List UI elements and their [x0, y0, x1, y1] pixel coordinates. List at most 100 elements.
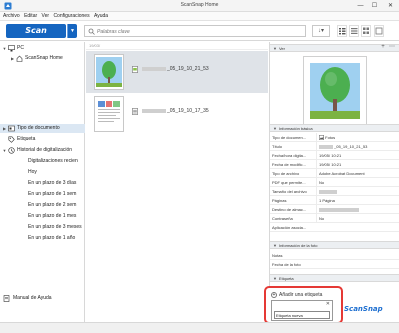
- menu-ver[interactable]: Ver: [39, 12, 50, 21]
- tree-label-scansnap-home: ScanSnap Home: [25, 55, 63, 61]
- prop-value: [316, 187, 399, 196]
- tag-name-input[interactable]: [274, 311, 330, 319]
- pdf-file-icon: [132, 66, 138, 73]
- prop-row-storage: Destino de almac...: [270, 205, 399, 214]
- photo-info-section-title: Información de la foto: [278, 243, 318, 248]
- history-item[interactable]: En un plazo de 2 sem: [0, 201, 85, 210]
- window-title: ScanSnap Home: [180, 2, 219, 8]
- redacted-text: [319, 189, 337, 194]
- search-input[interactable]: [97, 27, 302, 36]
- prop-value-text: Fotos: [325, 135, 336, 140]
- history-item[interactable]: Hoy: [0, 168, 85, 177]
- detail-view-icon[interactable]: [349, 25, 359, 37]
- search-box[interactable]: [84, 25, 306, 37]
- toolbar: Scan ▼ ↓▾: [0, 21, 399, 41]
- list-item[interactable]: _05_19_10_21_53: [86, 51, 268, 93]
- collapse-icon: ▼: [273, 46, 277, 51]
- scan-button[interactable]: Scan: [6, 24, 66, 38]
- minimize-button[interactable]: —: [355, 1, 366, 11]
- history-item[interactable]: En un plazo de 1 sem: [0, 190, 85, 199]
- tree-photo-image: [96, 57, 122, 87]
- history-item[interactable]: Digitalizaciones recien: [0, 157, 85, 166]
- history-item[interactable]: En un plazo de 3 días: [0, 179, 85, 188]
- prop-row-pages: Páginas 1 Página: [270, 196, 399, 205]
- tree-item-scansnap-home[interactable]: ▶ ScanSnap Home: [0, 54, 85, 63]
- large-thumbnail-view-icon[interactable]: [374, 25, 384, 37]
- history-item-label: En un plazo de 1 año: [28, 235, 76, 241]
- preview-image: [306, 59, 364, 123]
- list-item[interactable]: _05_19_10_17_35: [86, 93, 268, 135]
- prop-value: No: [316, 178, 399, 187]
- document-file-icon: [132, 108, 138, 115]
- search-icon: [88, 28, 95, 35]
- history-item[interactable]: En un plazo de 1 año: [0, 234, 85, 243]
- details-pane: ▼ Ver + ⋯ ▼ Información básica Tipo de doc…: [269, 42, 399, 322]
- history-item-label: En un plazo de 1 mes: [28, 213, 77, 219]
- file-name-text: _05_19_10_17_35: [167, 108, 209, 114]
- history-item-label: En un plazo de 2 sem: [28, 202, 77, 208]
- prop-label: Páginas: [272, 198, 287, 203]
- history-item-label: En un plazo de 3 meses: [28, 224, 82, 230]
- tag-icon: [8, 136, 15, 143]
- scansnap-logo: ScanSnap: [344, 305, 383, 313]
- tree-item-history[interactable]: ▼ Historial de digitalización: [0, 146, 85, 155]
- prop-label: Tamaño del archivo: [272, 189, 307, 194]
- prop-value[interactable]: Fotos: [316, 133, 399, 142]
- thumbnail-view-icon[interactable]: [361, 25, 371, 37]
- close-icon[interactable]: ✕: [326, 301, 330, 307]
- prop-value: 19/05/ 10:21: [316, 160, 399, 169]
- prop-value[interactable]: _05_19_10_21_53: [316, 142, 399, 151]
- tag-entry-panel: + Añadir una etiqueta ✕: [264, 286, 343, 324]
- scan-dropdown-button[interactable]: ▼: [67, 24, 77, 38]
- tree-label-history: Historial de digitalización: [17, 147, 73, 153]
- tree-label-tag: Etiqueta: [17, 136, 36, 142]
- history-item[interactable]: En un plazo de 3 meses: [0, 223, 85, 232]
- history-item-label: Digitalizaciones recien: [28, 158, 78, 164]
- basic-info-section-header[interactable]: ▼ Información básica: [270, 124, 399, 132]
- photo-info-section-header[interactable]: ▼ Información de la foto: [270, 241, 399, 249]
- history-item[interactable]: En un plazo de 1 mes: [0, 212, 85, 221]
- more-options-icon[interactable]: ⋯: [389, 44, 395, 50]
- prop-value: No: [316, 214, 399, 223]
- status-bar: [0, 322, 399, 333]
- collapse-icon[interactable]: ▼: [2, 44, 7, 53]
- collapse-icon: ▼: [273, 126, 277, 131]
- photo-type-icon: [319, 135, 324, 141]
- add-icon: +: [271, 292, 277, 298]
- add-tag-button[interactable]: + Añadir una etiqueta: [271, 291, 331, 299]
- prop-row-modified-date: Fecha de modific... 19/05/ 10:21: [270, 160, 399, 169]
- computer-icon: [8, 45, 15, 52]
- prop-value-text: _05_19_10_21_53: [334, 144, 368, 149]
- list-view-icon[interactable]: [337, 25, 347, 37]
- photo-preview: [303, 56, 367, 126]
- close-button[interactable]: ✕: [385, 1, 396, 11]
- prop-label: Aplicación asocia...: [272, 225, 307, 230]
- tree-item-pc[interactable]: ▼ PC: [0, 44, 85, 53]
- sort-button[interactable]: ↓▾: [312, 25, 330, 37]
- prop-label: Fecha/hora digita...: [272, 153, 307, 158]
- prop-row-file-type: Tipo de archivo Adobe Acrobat Document: [270, 169, 399, 178]
- tree-item-document-type[interactable]: ▶ Tipo de documento: [0, 124, 85, 133]
- help-manual-link[interactable]: Manual de Ayuda: [0, 294, 85, 303]
- expand-icon[interactable]: ▶: [2, 124, 7, 133]
- menu-archivo[interactable]: Archivo: [0, 12, 20, 21]
- prop-row-password: Contraseña No: [270, 214, 399, 223]
- maximize-button[interactable]: ☐: [369, 1, 380, 11]
- collapse-icon[interactable]: ▼: [2, 146, 7, 155]
- zoom-in-icon[interactable]: +: [380, 44, 386, 50]
- prop-label: Notas: [272, 253, 283, 258]
- menu-ayuda[interactable]: Ayuda: [91, 12, 108, 21]
- collapse-icon: ▼: [273, 243, 277, 248]
- tag-popup: ✕: [271, 300, 333, 321]
- tree-item-tag[interactable]: Etiqueta: [0, 135, 85, 144]
- help-manual-label: Manual de Ayuda: [13, 295, 52, 301]
- expand-icon[interactable]: ▶: [10, 54, 15, 63]
- menu-editar[interactable]: Editar: [21, 12, 37, 21]
- redacted-text: [142, 66, 166, 71]
- prop-row-linked-app: Aplicación asocia...: [270, 223, 399, 232]
- document-list: 19/03/ _05_19_10_21_53 _05_19_10_17_35: [86, 42, 268, 322]
- prop-label: Destino de almac...: [272, 207, 307, 212]
- menu-configuraciones[interactable]: Configuraciones: [50, 12, 89, 21]
- tag-section-header[interactable]: ▼ Etiqueta: [270, 274, 399, 282]
- prop-label: Título: [272, 144, 283, 149]
